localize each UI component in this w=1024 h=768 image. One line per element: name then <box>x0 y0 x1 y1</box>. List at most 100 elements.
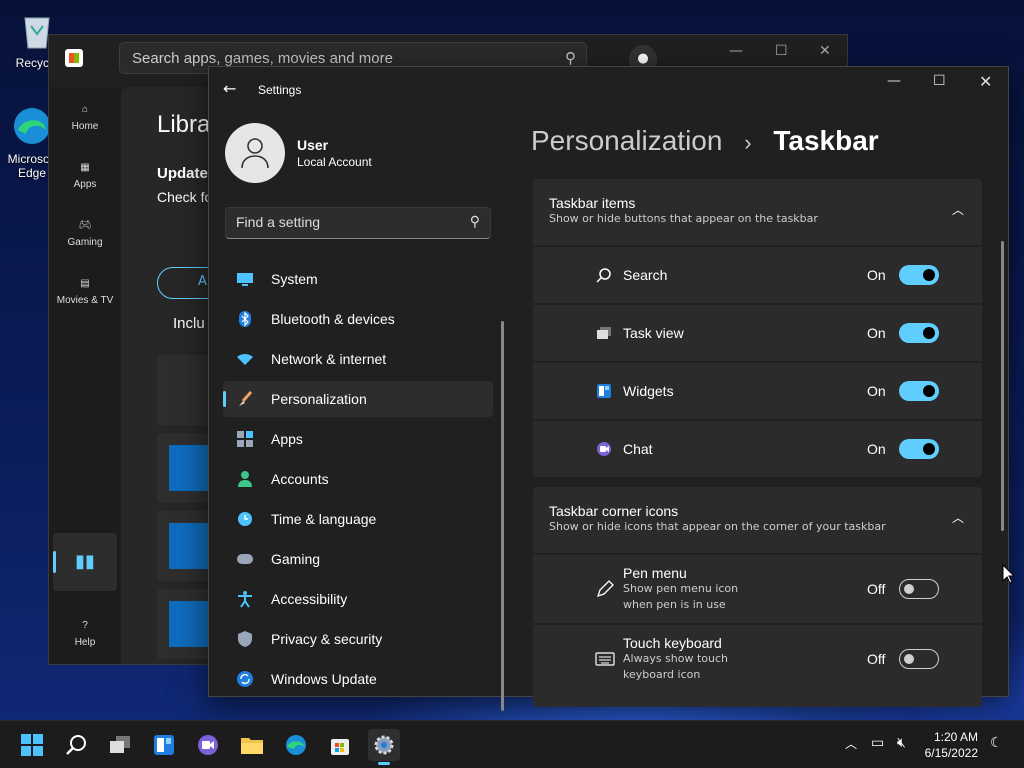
nav-bluetooth[interactable]: Bluetooth & devices <box>223 301 493 337</box>
taskbar-items-header[interactable]: Taskbar items Show or hide buttons that … <box>533 179 982 245</box>
store-nav-apps[interactable]: ▦ Apps <box>53 147 117 205</box>
pen-menu-toggle[interactable] <box>899 579 939 599</box>
store-nav-label: Movies & TV <box>56 295 114 306</box>
store-minimize-button[interactable]: — <box>729 43 743 59</box>
nav-apps[interactable]: Apps <box>223 421 493 457</box>
apps-icon <box>235 430 255 448</box>
update-icon <box>235 670 255 688</box>
chat-toggle[interactable] <box>899 439 939 459</box>
store-nav-gaming[interactable]: 🎮︎ Gaming <box>53 205 117 263</box>
nav-label: Network & internet <box>271 351 387 367</box>
store-nav-label: Home <box>71 121 99 132</box>
row-label: Chat <box>623 441 653 457</box>
chevron-up-icon[interactable]: ︿ <box>952 509 964 526</box>
toggle-state: On <box>867 441 886 457</box>
nav-system[interactable]: System <box>223 261 493 297</box>
row-description: when pen is in use <box>623 598 726 611</box>
content-scrollbar[interactable] <box>1001 241 1004 531</box>
store-pill-label: A <box>198 274 207 289</box>
corner-item-pen-menu: Pen menu Show pen menu icon when pen is … <box>533 553 982 623</box>
minimize-button[interactable]: — <box>887 73 901 89</box>
store-nav-label: Apps <box>73 179 97 190</box>
taskbar-item-widgets: Widgets On <box>533 361 982 419</box>
network-icon[interactable]: ▭ <box>871 735 884 751</box>
edge-button[interactable] <box>280 729 312 761</box>
gear-icon <box>374 735 394 755</box>
home-icon: ⌂ <box>81 104 89 115</box>
store-nav-library[interactable]: ▮▮ <box>53 533 117 591</box>
folder-icon <box>241 738 263 754</box>
nav-accounts[interactable]: Accounts <box>223 461 493 497</box>
task-view-icon <box>110 736 130 753</box>
store-sidebar: ⌂ Home ▦ Apps 🎮︎ Gaming ▤ Movies & TV ▮▮ ? He… <box>49 87 121 664</box>
touch-keyboard-toggle[interactable] <box>899 649 939 669</box>
nav-time-language[interactable]: Time & language <box>223 501 493 537</box>
store-nav-label: Help <box>74 637 96 648</box>
windows-logo-icon <box>21 734 43 756</box>
store-nav-help[interactable]: ? Help <box>53 605 117 663</box>
breadcrumb-parent[interactable]: Personalization <box>531 125 722 156</box>
keyboard-icon <box>595 649 615 669</box>
search-icon: ⚲ <box>565 50 576 67</box>
nav-gaming[interactable]: Gaming <box>223 541 493 577</box>
clock[interactable]: 1:20 AM 6/15/2022 <box>925 729 978 761</box>
store-button[interactable] <box>324 729 356 761</box>
user-profile[interactable]: User Local Account <box>225 123 372 183</box>
task-view-button[interactable] <box>104 729 136 761</box>
notification-moon-icon[interactable]: ☾ <box>990 735 1003 751</box>
store-search-placeholder: Search apps, games, movies and more <box>132 50 393 67</box>
nav-accessibility[interactable]: Accessibility <box>223 581 493 617</box>
store-nav-movies[interactable]: ▤ Movies & TV <box>53 263 117 321</box>
section-title: Taskbar corner icons <box>549 503 679 519</box>
widgets-icon <box>595 382 613 400</box>
file-explorer-button[interactable] <box>236 729 268 761</box>
settings-titlebar: ← Settings — ☐ ✕ <box>209 67 1008 111</box>
search-toggle[interactable] <box>899 265 939 285</box>
nav-windows-update[interactable]: Windows Update <box>223 661 493 697</box>
row-label: Pen menu <box>623 565 687 581</box>
sidebar-scrollbar[interactable] <box>501 321 504 711</box>
chat-button[interactable] <box>192 729 224 761</box>
maximize-button[interactable]: ☐ <box>933 73 946 89</box>
widgets-icon <box>154 735 174 755</box>
chat-icon <box>595 440 613 458</box>
shield-icon <box>235 630 255 648</box>
chevron-up-icon[interactable]: ︿ <box>952 201 964 218</box>
taskbar-search-button[interactable] <box>60 729 92 761</box>
task-view-toggle[interactable] <box>899 323 939 343</box>
back-arrow-icon[interactable]: ← <box>223 79 236 98</box>
nav-network[interactable]: Network & internet <box>223 341 493 377</box>
nav-label: Personalization <box>271 391 367 407</box>
settings-nav: System Bluetooth & devices Network & int… <box>223 261 493 701</box>
widgets-button[interactable] <box>148 729 180 761</box>
accessibility-icon <box>235 590 255 608</box>
nav-privacy[interactable]: Privacy & security <box>223 621 493 657</box>
gamepad-icon <box>235 550 255 568</box>
store-maximize-button[interactable]: ☐ <box>775 43 788 59</box>
widgets-toggle[interactable] <box>899 381 939 401</box>
row-label: Touch keyboard <box>623 635 722 651</box>
search-icon: ⚲ <box>469 213 480 229</box>
store-close-button[interactable]: ✕ <box>819 43 831 59</box>
clock-globe-icon <box>235 510 255 528</box>
chevron-up-icon[interactable]: ︿ <box>845 735 857 752</box>
store-check-text: Check fo <box>157 189 213 205</box>
corner-icons-header[interactable]: Taskbar corner icons Show or hide icons … <box>533 487 982 553</box>
nav-label: System <box>271 271 318 287</box>
volume-muted-icon[interactable]: 🔇︎ <box>897 735 906 751</box>
start-button[interactable] <box>16 729 48 761</box>
toggle-state: On <box>867 267 886 283</box>
row-label: Task view <box>623 325 684 341</box>
taskbar-item-task-view: Task view On <box>533 303 982 361</box>
find-setting-input[interactable]: Find a setting ⚲ <box>225 207 491 239</box>
settings-sidebar: User Local Account Find a setting ⚲ Syst… <box>209 111 509 711</box>
close-button[interactable]: ✕ <box>979 72 992 91</box>
settings-taskbar-button[interactable] <box>368 729 400 765</box>
row-label: Search <box>623 267 668 283</box>
nav-label: Windows Update <box>271 671 377 687</box>
library-icon: ▮▮ <box>75 551 95 572</box>
nav-personalization[interactable]: Personalization <box>223 381 493 417</box>
gamepad-icon: 🎮︎ <box>78 220 92 231</box>
section-subtitle: Show or hide icons that appear on the co… <box>549 520 886 533</box>
store-nav-home[interactable]: ⌂ Home <box>53 89 117 147</box>
